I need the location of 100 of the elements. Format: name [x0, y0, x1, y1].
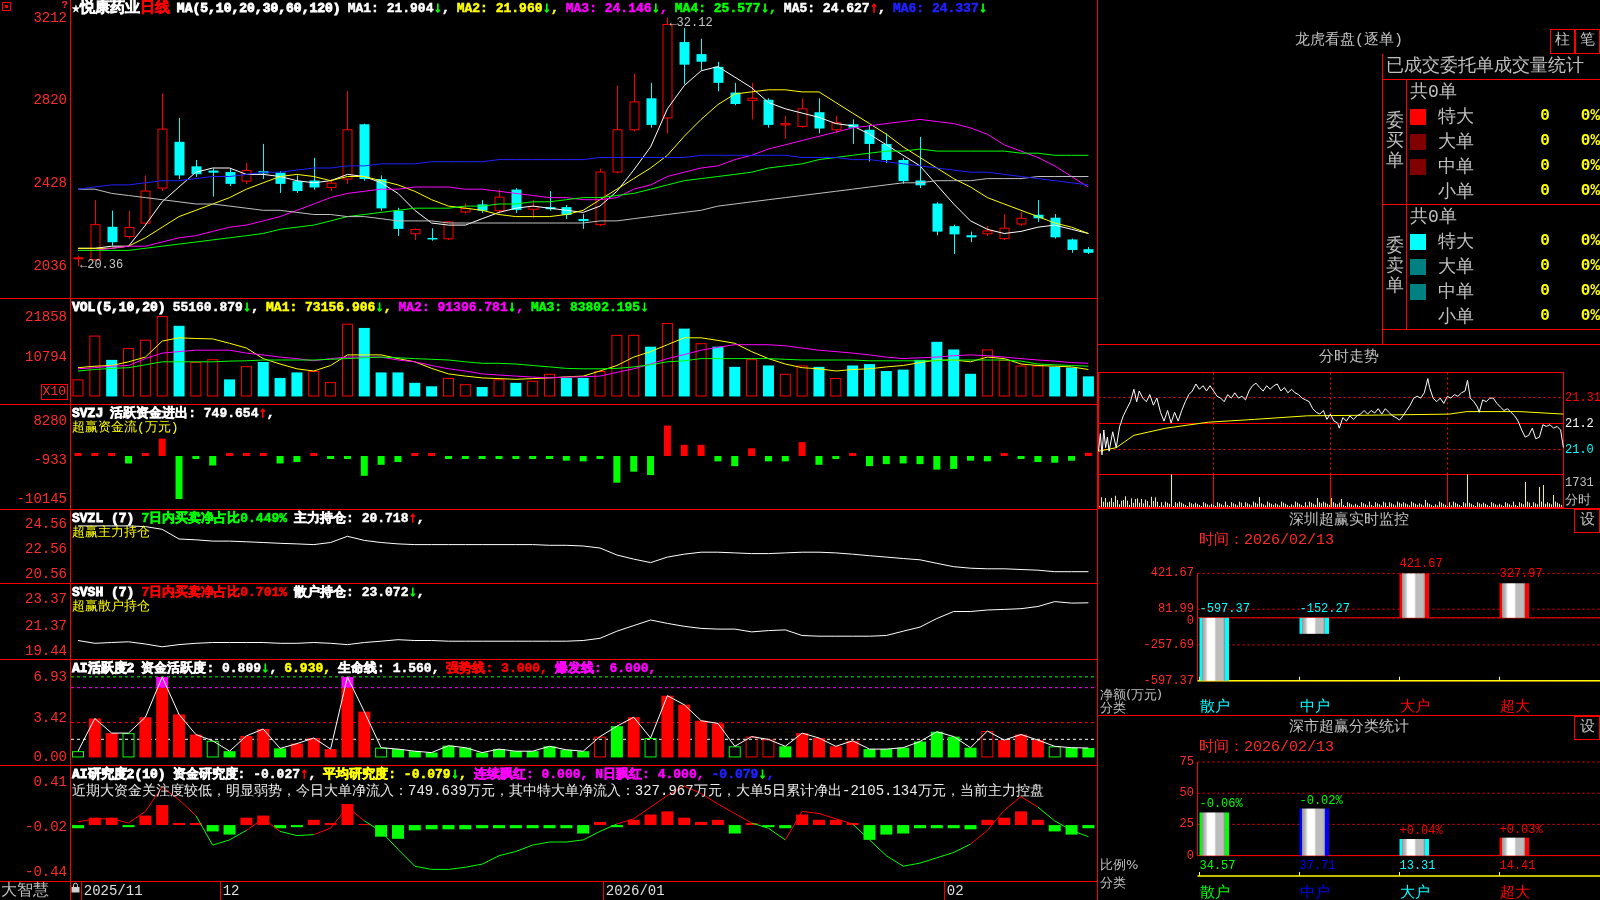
- axis-tick-label: 22.56: [25, 541, 67, 556]
- candlestick: [898, 157, 909, 185]
- date-label: 2026/01: [602, 882, 665, 900]
- axis-tick-label: 6.93: [33, 669, 67, 684]
- indicator-value: 生命线: 1.560,: [338, 661, 440, 676]
- axis-tick-label: 20.56: [25, 566, 67, 581]
- category-label: 中户: [1299, 696, 1330, 715]
- category-label: 散户: [1199, 696, 1230, 715]
- order-count: 0: [1539, 107, 1551, 126]
- axis-tick-label: 21.37: [25, 618, 67, 633]
- chart-bar: [293, 456, 301, 463]
- chart-bar: [630, 456, 638, 472]
- candlestick: [831, 115, 842, 134]
- chart-bar: [1084, 452, 1092, 456]
- indicator-value: MA3: 83802.195↓: [530, 300, 649, 315]
- chart-bar: [360, 456, 368, 476]
- change-label: -0.06%: [1199, 797, 1243, 812]
- axis-tick-label: 21.2: [1565, 417, 1594, 431]
- order-size-label: 小单: [1438, 180, 1475, 203]
- indicator-value: N日飘红: 4.000,: [595, 767, 705, 782]
- chart-bar: [546, 456, 553, 459]
- order-size-label: 中单: [1438, 280, 1475, 303]
- order-percent: 0%: [1579, 182, 1600, 201]
- category-label: 超大: [1499, 696, 1530, 715]
- chart-bar: [849, 453, 857, 456]
- chart-bar: [967, 456, 974, 461]
- chart-bar: [731, 456, 739, 467]
- chart-bar: [647, 456, 655, 476]
- candlestick: [848, 118, 859, 145]
- view-toggle-button[interactable]: 柱: [1550, 28, 1575, 54]
- candlestick: [881, 132, 892, 164]
- date-label: 2025/11: [80, 882, 143, 900]
- order-percent: 0%: [1579, 232, 1600, 251]
- panel-title: 分时走势: [1318, 347, 1380, 368]
- candlestick: [780, 115, 791, 140]
- chart-bar: [714, 456, 722, 462]
- chart-bar: [529, 456, 537, 459]
- indicator-value: 爆发线: 6.000,: [554, 661, 657, 676]
- chart-bar: [108, 453, 116, 456]
- view-toggle-button[interactable]: 笔: [1575, 28, 1600, 54]
- axis-tick-label: 0: [1186, 848, 1194, 863]
- axis-tick-label: 24.56: [25, 516, 67, 531]
- chart-bar: [579, 456, 587, 462]
- chart-bar: [276, 456, 284, 464]
- candlestick: [1083, 246, 1094, 255]
- axis-tick-label: -933: [33, 452, 67, 467]
- chart-bar: [798, 442, 806, 456]
- question-mark[interactable]: ?: [61, 0, 68, 11]
- group-label: 委卖单: [1385, 237, 1404, 297]
- chart-bar: [158, 438, 166, 456]
- candlestick: [814, 97, 825, 134]
- indicator-value: 资金活跃度: 0.809↓,: [141, 661, 278, 676]
- order-percent: 0%: [1579, 107, 1600, 126]
- candlestick: [932, 201, 943, 236]
- order-percent: 0%: [1579, 282, 1600, 301]
- order-count: 0: [1539, 257, 1551, 276]
- star-mark: ★: [72, 1, 80, 16]
- chart-bar: [394, 456, 402, 463]
- change-label: -0.02%: [1299, 793, 1343, 808]
- candlestick: [982, 225, 993, 237]
- candlestick: [915, 136, 926, 189]
- data-label: 37.71: [1299, 858, 1336, 873]
- chart-bar: [495, 456, 503, 459]
- indicator-value: MA1: 73156.906↓,: [266, 300, 392, 315]
- axis-tick-label: -10145: [16, 492, 67, 507]
- lock-icon: [71, 882, 80, 893]
- indicator-value: 散户持仓: 23.072↓,: [294, 585, 425, 600]
- panel-title: 龙虎看盘(逐单): [1294, 32, 1404, 50]
- indicator-name: AI活跃度2: [72, 661, 135, 676]
- data-label: -597.37: [1199, 601, 1250, 616]
- category-label: 大户: [1399, 696, 1430, 715]
- chart-mode-label: 分时: [1565, 491, 1591, 507]
- change-label: +0.04%: [1399, 824, 1443, 838]
- order-size-label: 特大: [1438, 105, 1475, 128]
- indicator-value: 强势线: 3.000,: [446, 661, 548, 676]
- indicator-name: SVZL (7): [72, 511, 135, 526]
- chart-bar: [950, 456, 958, 469]
- settings-button[interactable]: 设: [1574, 509, 1600, 533]
- candlestick: [713, 61, 724, 92]
- chart-bar: [259, 453, 267, 456]
- chart-bar: [125, 456, 132, 464]
- order-size-label: 中单: [1438, 155, 1475, 178]
- chart-bar: [411, 453, 419, 456]
- axis-tick-label: -597.37: [1143, 673, 1194, 688]
- axis-title: 比例%: [1100, 857, 1139, 872]
- indicator-value: 6.930,: [284, 661, 332, 676]
- settings-button[interactable]: 设: [1574, 716, 1600, 740]
- category-label: 中户: [1299, 882, 1330, 900]
- volume-scale-label: 1731: [1565, 476, 1594, 490]
- order-percent: 0%: [1579, 157, 1600, 176]
- chart-bar: [832, 456, 840, 459]
- chart-bar: [781, 456, 789, 462]
- chart-bar: [141, 453, 149, 456]
- indicator-name: SVSH (7): [72, 585, 135, 600]
- chart-bar: [613, 456, 621, 483]
- data-label: 14.41: [1499, 858, 1536, 873]
- indicator-value: 7日内买卖净占比0.449%: [141, 511, 288, 526]
- chart-bar: [680, 444, 688, 456]
- chart-bar: [1034, 456, 1042, 463]
- chart-bar: [377, 456, 385, 465]
